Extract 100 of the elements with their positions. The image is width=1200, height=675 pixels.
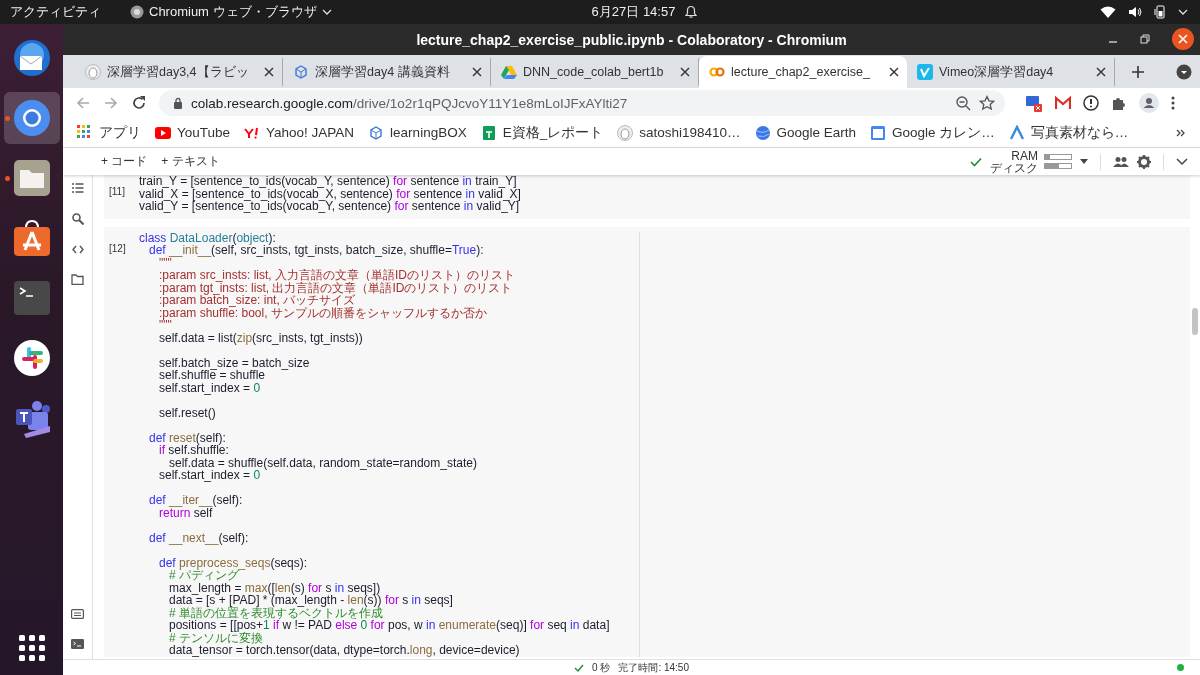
- table-of-contents-icon[interactable]: [71, 183, 84, 193]
- code-line: # 単語の位置を表現するベクトルを作成: [168, 606, 384, 619]
- code-line: train_Y = [sentence_to_ids(vocab_Y, sentence) for sentence in train_Y]: [139, 175, 517, 188]
- code-line: if self.shuffle:: [158, 444, 230, 457]
- menu-icon[interactable]: [1171, 96, 1175, 110]
- tab-search-icon[interactable]: [1176, 64, 1192, 80]
- clock[interactable]: 6月27日 14:57: [591, 3, 676, 21]
- search-icon[interactable]: [71, 213, 84, 225]
- code-line: class DataLoader(object):: [139, 231, 276, 244]
- lock-icon: [173, 97, 183, 109]
- add-code-button[interactable]: + コード: [101, 153, 148, 170]
- profile-icon[interactable]: [1139, 93, 1159, 113]
- cube-icon: [368, 124, 385, 141]
- code-brackets-icon[interactable]: [71, 245, 84, 254]
- apps-grid-icon: [77, 124, 93, 141]
- code-line: def __init__(self, src_insts, tgt_insts, batch_size, shuffle=True):: [148, 244, 485, 257]
- ram-meter: [1044, 154, 1072, 160]
- mail-icon[interactable]: [1055, 96, 1071, 110]
- bookmark[interactable]: E資格_レポート: [480, 123, 604, 142]
- calendar-icon: [870, 124, 887, 141]
- close-icon[interactable]: [889, 67, 899, 77]
- code-line: max_length = max([len(s) for s in seqs]): [168, 581, 382, 594]
- reload-icon[interactable]: [131, 95, 147, 111]
- disk-meter: [1044, 163, 1072, 169]
- browser-icon: [11, 98, 52, 138]
- browser-tab[interactable]: 深層学習day4 講義資料: [283, 58, 491, 86]
- code-line: def __iter__(self):: [148, 494, 244, 507]
- bookmark[interactable]: satoshi198410…: [617, 124, 741, 141]
- new-tab-icon[interactable]: [1131, 65, 1145, 79]
- caret-icon: [321, 8, 332, 16]
- code-line: valid_Y = [sentence_to_ids(vocab_Y, sentence) for sentence in valid_Y]: [139, 200, 521, 213]
- peak-icon: [1008, 124, 1025, 141]
- alert-icon[interactable]: [1083, 95, 1099, 111]
- terminal-icon: [11, 278, 52, 318]
- wifi-icon: [1100, 6, 1116, 18]
- code-line: self.data = list(zip(src_insts, tgt_insts)): [158, 331, 364, 344]
- code-line: self.start_index = 0: [158, 381, 262, 394]
- code-line: data_tensor = torch.tensor(data, dtype=torch.long, device=device): [168, 644, 521, 657]
- window-title: lecture_chap2_exercise_public.ipynb - Colaboratory - Chromium: [416, 31, 847, 48]
- code-line: self.batch_size = batch_size: [158, 356, 311, 369]
- extensions-puzzle-icon[interactable]: [1111, 95, 1127, 111]
- star-icon[interactable]: [979, 95, 995, 111]
- finish-time: 完了時間: 14:50: [618, 660, 689, 675]
- code-line: # テンソルに変換: [168, 631, 264, 644]
- disk-label: ディスク: [990, 161, 1038, 174]
- scrollbar-thumb[interactable]: [1192, 308, 1198, 335]
- ram-label: RAM: [1011, 149, 1038, 162]
- extension-icon[interactable]: [1025, 94, 1043, 112]
- code-line: valid_X = [sentence_to_ids(vocab_X, sentence) for sentence in valid_X]: [139, 187, 522, 200]
- settings-icon[interactable]: [1137, 154, 1151, 169]
- code-cell[interactable]: [104, 175, 1190, 219]
- dropdown-icon[interactable]: [1080, 159, 1088, 164]
- shopping-bag-icon: [11, 218, 52, 258]
- close-icon[interactable]: [264, 67, 274, 77]
- activities-button[interactable]: アクティビティ: [10, 3, 130, 21]
- code-line: positions = [[pos+1 if w != PAD else 0 for pos, w in enumerate(seq)] for seq in data]: [168, 619, 611, 632]
- drive-icon: [501, 64, 517, 80]
- dock-item[interactable]: [3, 92, 60, 144]
- execution-count: [12]: [109, 242, 126, 254]
- code-line: self.start_index = 0: [158, 469, 261, 482]
- bookmark[interactable]: YouTube: [155, 124, 231, 141]
- add-text-button[interactable]: + テキスト: [161, 153, 220, 170]
- browser-tab[interactable]: Vimeo深層学習day4: [907, 58, 1115, 86]
- bookmark[interactable]: Yahoo! JAPAN: [244, 124, 355, 141]
- folder-icon: [11, 158, 52, 198]
- bookmark[interactable]: アプリ: [77, 123, 141, 142]
- caret-icon[interactable]: [1178, 8, 1188, 16]
- bookmark[interactable]: 写真素材なら…: [1008, 123, 1129, 142]
- cube-icon: [293, 64, 309, 80]
- code-cell[interactable]: [104, 226, 1190, 657]
- url-text: colab.research.google.com/drive/1o2r1qPQJcvoY11Y1e8mLoIJFxAYlti27: [191, 95, 628, 111]
- close-icon[interactable]: [472, 67, 482, 77]
- play-icon: [155, 124, 171, 141]
- address-bar[interactable]: colab.research.google.com/drive/1o2r1qPQJcvoY11Y1e8mLoIJFxAYlti27: [159, 90, 1005, 116]
- collapse-chevron-icon[interactable]: [1176, 157, 1188, 166]
- close-icon[interactable]: [1096, 67, 1106, 77]
- code-line: :param batch_size: int, バッチサイズ: [158, 294, 357, 307]
- hash-icon: [11, 338, 52, 378]
- code-line: def reset(self):: [148, 431, 226, 444]
- bookmark[interactable]: Google Earth: [754, 124, 857, 141]
- more-chevron-icon[interactable]: [1176, 127, 1186, 138]
- folder-icon[interactable]: [71, 274, 84, 285]
- restore-icon[interactable]: [1140, 34, 1150, 44]
- close-icon[interactable]: [680, 67, 690, 77]
- resource-monitor[interactable]: RAM ディスク: [990, 149, 1072, 174]
- app-menu[interactable]: Chromium ウェブ・ブラウザ: [130, 3, 332, 21]
- code-line: self.data = shuffle(self.data, random_state=random_state): [168, 456, 478, 469]
- browser-tab[interactable]: lecture_chap2_exercise_: [699, 56, 907, 88]
- close-icon[interactable]: [1172, 28, 1194, 50]
- app-grid-icon[interactable]: [18, 635, 45, 661]
- mail-icon: [11, 38, 52, 78]
- people-icon[interactable]: [1113, 155, 1129, 168]
- bookmark[interactable]: learningBOX: [368, 124, 467, 141]
- terminal-icon[interactable]: [71, 639, 84, 649]
- browser-tab[interactable]: 深層学習day3,4【ラビッ: [75, 58, 283, 86]
- code-line: def __next__(self):: [148, 531, 250, 544]
- code-line: :param shuffle: bool, サンプルの順番をシャッフルするか否か: [158, 306, 488, 319]
- zoom-out-icon[interactable]: [956, 95, 971, 111]
- keyboard-icon[interactable]: [71, 609, 84, 619]
- bookmark[interactable]: Google カレン…: [870, 123, 995, 142]
